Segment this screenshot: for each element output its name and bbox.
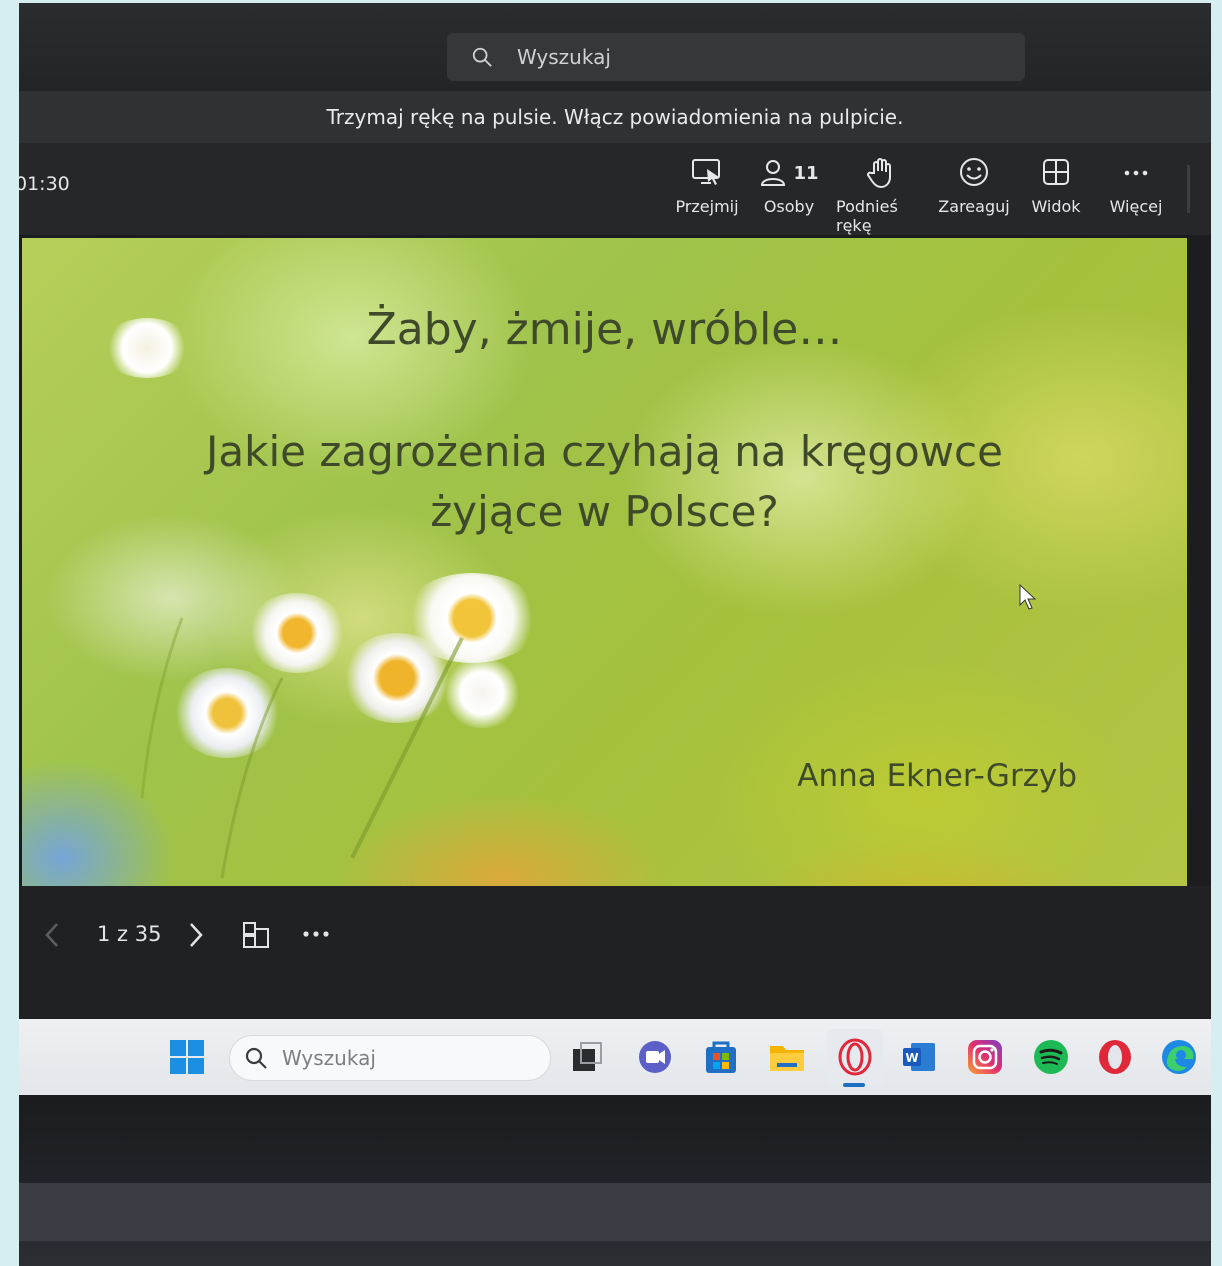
task-view-icon[interactable] <box>567 1037 607 1077</box>
laptop-bezel <box>19 1095 1211 1266</box>
active-indicator <box>843 1083 865 1087</box>
raise-hand-icon <box>867 158 891 189</box>
search-input[interactable]: Wyszukaj <box>447 33 1025 81</box>
raise-hand-button[interactable]: Podnieś rękę <box>836 155 926 235</box>
mouse-cursor-icon <box>1019 583 1037 610</box>
raise-hand-label: Podnieś rękę <box>836 197 898 235</box>
slide-pager: 1 z 35 <box>97 922 162 946</box>
slide-navigation: 1 z 35 <box>19 886 1211 1018</box>
slide-grid-icon[interactable] <box>241 920 271 950</box>
slide-question-line: żyjące w Polsce? <box>430 487 779 536</box>
view-button[interactable]: Widok <box>1011 155 1101 216</box>
meeting-timer: 01:30 <box>19 173 70 195</box>
store-icon[interactable] <box>701 1037 741 1077</box>
taskbar-search-input[interactable]: Wyszukaj <box>229 1035 551 1081</box>
search-icon <box>472 47 492 67</box>
slide-author: Anna Ekner-Grzyb <box>797 758 1077 794</box>
meeting-toolbar: 01:30 Przejmij 11 Osoby Podnieś rękę Zar… <box>19 143 1211 235</box>
react-icon <box>960 158 988 186</box>
spotify-icon[interactable] <box>1031 1037 1071 1077</box>
taskbar-search-placeholder: Wyszukaj <box>282 1046 376 1070</box>
people-label: Osoby <box>763 197 815 216</box>
more-button[interactable]: Więcej <box>1091 155 1181 216</box>
take-control-icon <box>692 159 720 185</box>
slide-question-line: Jakie zagrożenia czyhają na kręgowce <box>206 427 1003 476</box>
search-icon <box>245 1047 267 1069</box>
search-placeholder: Wyszukaj <box>517 45 611 69</box>
toolbar-divider <box>1187 165 1190 213</box>
more-options-icon[interactable] <box>301 922 331 946</box>
take-control-label: Przejmij <box>675 197 739 216</box>
people-count: 11 <box>793 162 819 184</box>
next-slide-icon[interactable] <box>185 920 207 950</box>
more-label: Więcej <box>1109 197 1163 216</box>
previous-slide-icon[interactable] <box>41 920 63 950</box>
people-button[interactable]: 11 Osoby <box>744 155 834 216</box>
svg-text:W: W <box>905 1051 918 1065</box>
opera-gx-icon[interactable] <box>835 1037 875 1077</box>
notification-banner[interactable]: Trzymaj rękę na pulsie. Włącz powiadomie… <box>19 91 1211 143</box>
monitor-screen: Wyszukaj Trzymaj rękę na pulsie. Włącz p… <box>19 3 1211 1266</box>
file-explorer-icon[interactable] <box>767 1037 807 1077</box>
presentation-slide[interactable]: Żaby, żmije, wróble… Jakie zagrożenia cz… <box>22 238 1187 886</box>
edge-icon[interactable] <box>1159 1037 1199 1077</box>
chat-icon[interactable] <box>635 1037 675 1077</box>
word-icon[interactable]: W <box>899 1037 939 1077</box>
opera-icon[interactable] <box>1095 1037 1135 1077</box>
instagram-icon[interactable] <box>965 1037 1005 1077</box>
react-label: Zareaguj <box>938 197 1010 216</box>
windows-taskbar: Wyszukaj W <box>19 1019 1211 1095</box>
windows-start-icon[interactable] <box>167 1037 207 1077</box>
laptop-hinge <box>19 1183 1211 1241</box>
teams-title-bar: Wyszukaj <box>19 3 1211 91</box>
people-icon <box>761 160 786 186</box>
view-icon <box>1043 159 1069 185</box>
banner-text: Trzymaj rękę na pulsie. Włącz powiadomie… <box>326 105 904 129</box>
more-icon <box>1124 170 1148 176</box>
slide-title: Żaby, żmije, wróble… <box>366 304 843 355</box>
slide-question: Jakie zagrożenia czyhają na kręgowce żyj… <box>22 422 1187 542</box>
react-button[interactable]: Zareaguj <box>929 155 1019 216</box>
view-label: Widok <box>1031 197 1081 216</box>
take-control-button[interactable]: Przejmij <box>662 155 752 216</box>
